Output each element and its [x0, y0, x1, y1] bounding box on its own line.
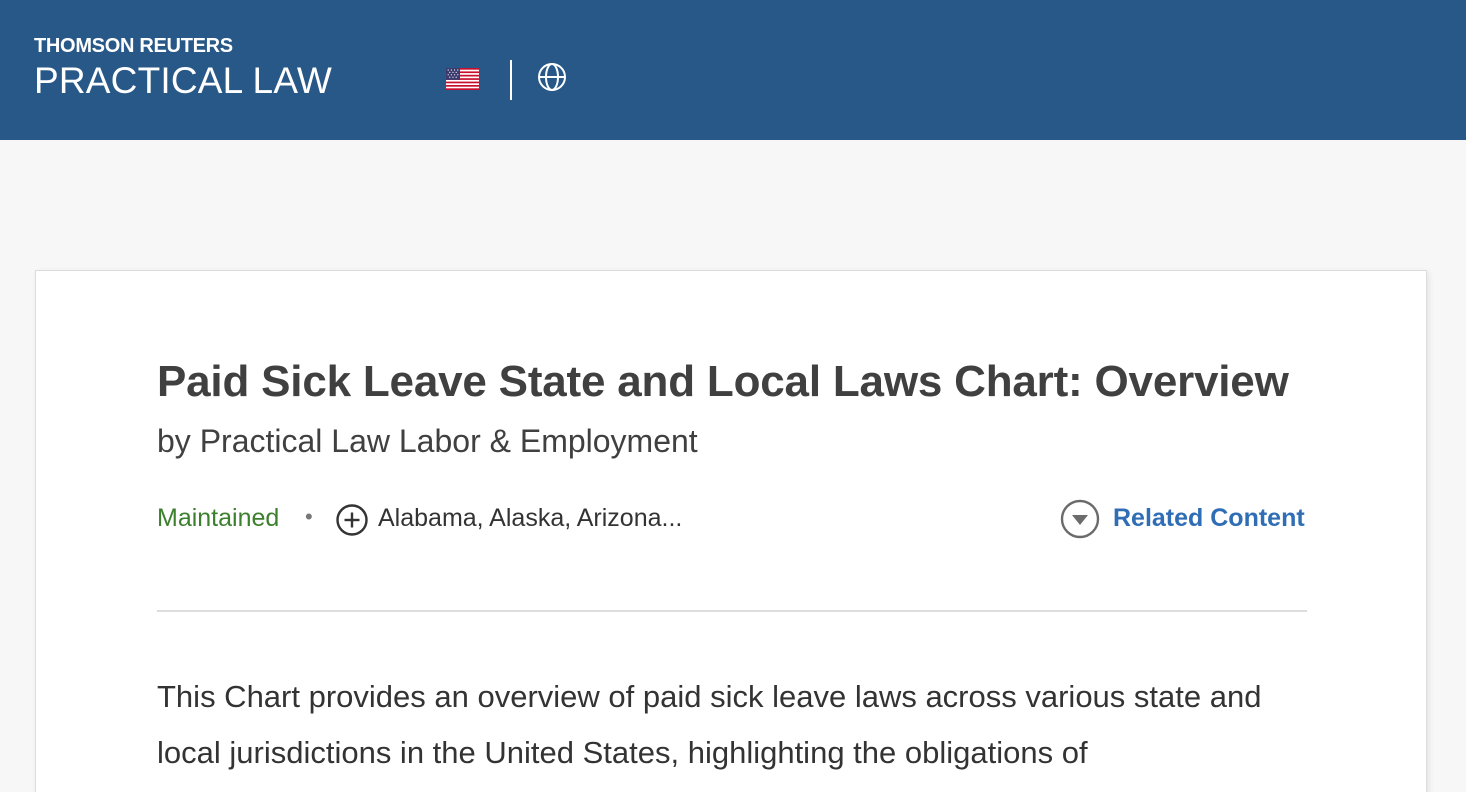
- document-author: by Practical Law Labor & Employment: [157, 423, 698, 459]
- document-summary: This Chart provides an overview of paid …: [157, 679, 1262, 770]
- related-content-button[interactable]: Related Content: [1060, 499, 1307, 539]
- brand-product: PRACTICAL LAW: [34, 60, 332, 101]
- status-badge: Maintained: [157, 504, 280, 532]
- document-meta: Maintained • Alabama, Alaska, Arizona...…: [157, 499, 1307, 539]
- meta-separator: •: [305, 504, 313, 529]
- section-divider: [157, 610, 1307, 612]
- us-flag-icon[interactable]: [446, 68, 479, 90]
- expand-jurisdictions-icon[interactable]: [335, 503, 369, 537]
- document-title: Paid Sick Leave State and Local Laws Cha…: [157, 357, 1289, 406]
- header-divider: [510, 60, 512, 100]
- document-card: Paid Sick Leave State and Local Laws Cha…: [35, 270, 1427, 792]
- top-header: THOMSON REUTERS PRACTICAL LAW: [0, 0, 1466, 140]
- related-content-label: Related Content: [1113, 504, 1305, 532]
- brand-company: THOMSON REUTERS: [34, 35, 233, 57]
- globe-icon[interactable]: [537, 62, 567, 92]
- jurisdictions-link[interactable]: Alabama, Alaska, Arizona...: [378, 504, 682, 533]
- brand-logo[interactable]: THOMSON REUTERS PRACTICAL LAW: [34, 34, 332, 102]
- chevron-down-icon: [1060, 499, 1100, 539]
